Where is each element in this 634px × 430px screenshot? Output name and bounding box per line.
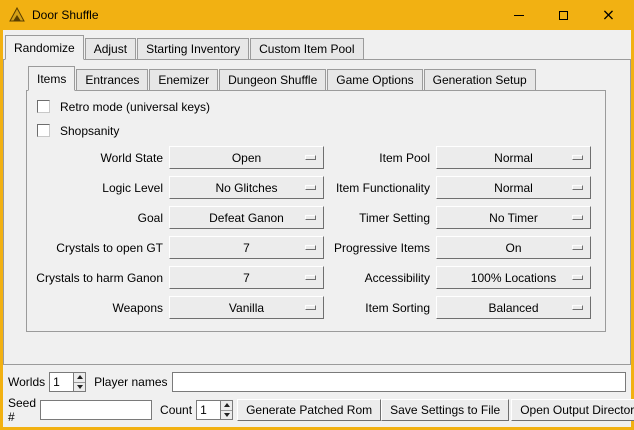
dropdown-indicator-icon — [305, 275, 316, 280]
player-names-label: Player names — [94, 375, 167, 389]
dropdown-indicator-icon — [305, 155, 316, 160]
dropdown-indicator-icon — [572, 155, 583, 160]
dropdown-indicator-icon — [572, 245, 583, 250]
retro-mode-checkbox-box[interactable] — [37, 100, 50, 113]
accessibility-dropdown[interactable]: 100% Locations — [436, 266, 591, 289]
crystals-open-gt-label: Crystals to open GT — [27, 241, 163, 255]
minimize-icon — [514, 15, 524, 16]
window-content: Randomize Adjust Starting Inventory Cust… — [3, 30, 631, 365]
titlebar: Door Shuffle × — [3, 0, 631, 30]
logic-level-label: Logic Level — [27, 181, 163, 195]
worlds-row: Worlds Player names — [8, 371, 626, 393]
player-names-input[interactable] — [172, 372, 627, 392]
window-title: Door Shuffle — [32, 8, 496, 22]
randomize-pane: Items Entrances Enemizer Dungeon Shuffle… — [3, 59, 631, 365]
shopsanity-checkbox[interactable]: Shopsanity — [37, 121, 605, 140]
spin-up-icon — [77, 375, 83, 379]
shopsanity-checkbox-box[interactable] — [37, 124, 50, 137]
crystals-open-gt-dropdown[interactable]: 7 — [169, 236, 324, 259]
retro-mode-checkbox[interactable]: Retro mode (universal keys) — [37, 97, 605, 116]
items-pane: Retro mode (universal keys) Shopsanity W… — [26, 90, 606, 332]
open-output-button[interactable]: Open Output Directory — [511, 399, 634, 421]
worlds-spinbox[interactable] — [49, 372, 86, 392]
count-spinbox[interactable] — [196, 400, 233, 420]
accessibility-label: Accessibility — [330, 271, 430, 285]
close-icon: × — [602, 7, 615, 23]
retro-mode-label: Retro mode (universal keys) — [60, 100, 210, 114]
worlds-input[interactable] — [50, 373, 73, 391]
timer-setting-dropdown[interactable]: No Timer — [436, 206, 591, 229]
options-grid: World State Open Item Pool Normal Logic … — [27, 146, 605, 319]
timer-setting-label: Timer Setting — [330, 211, 430, 225]
tab-entrances[interactable]: Entrances — [76, 69, 148, 91]
seed-input[interactable] — [40, 400, 152, 420]
tab-dungeon-shuffle[interactable]: Dungeon Shuffle — [219, 69, 326, 91]
maximize-icon — [559, 11, 568, 20]
logic-level-dropdown[interactable]: No Glitches — [169, 176, 324, 199]
crystals-harm-ganon-label: Crystals to harm Ganon — [27, 271, 163, 285]
dropdown-indicator-icon — [572, 185, 583, 190]
world-state-label: World State — [27, 151, 163, 165]
bottom-panel: Worlds Player names Seed # Count — [3, 365, 631, 427]
item-functionality-label: Item Functionality — [330, 181, 430, 195]
spin-down-icon — [77, 385, 83, 389]
item-functionality-dropdown[interactable]: Normal — [436, 176, 591, 199]
spin-down-icon — [224, 413, 230, 417]
worlds-spin-down-button[interactable] — [74, 382, 85, 392]
weapons-label: Weapons — [27, 301, 163, 315]
dropdown-indicator-icon — [305, 245, 316, 250]
generate-patched-rom-button[interactable]: Generate Patched Rom — [237, 399, 381, 421]
tab-items[interactable]: Items — [28, 66, 75, 91]
goal-dropdown[interactable]: Defeat Ganon — [169, 206, 324, 229]
tab-adjust[interactable]: Adjust — [85, 38, 136, 60]
count-spin-up-button[interactable] — [221, 401, 232, 410]
tab-starting-inventory[interactable]: Starting Inventory — [137, 38, 249, 60]
count-spin-down-button[interactable] — [221, 410, 232, 420]
seed-row: Seed # Count Generate Patched Rom Save S… — [8, 399, 626, 421]
inner-notebook: Items Entrances Enemizer Dungeon Shuffle… — [26, 66, 606, 332]
dropdown-indicator-icon — [572, 215, 583, 220]
tab-custom-item-pool[interactable]: Custom Item Pool — [250, 38, 363, 60]
item-sorting-dropdown[interactable]: Balanced — [436, 296, 591, 319]
count-input[interactable] — [197, 401, 220, 419]
app-window: Door Shuffle × Randomize Adjust Starting… — [0, 0, 634, 430]
maximize-button[interactable] — [541, 0, 586, 30]
weapons-dropdown[interactable]: Vanilla — [169, 296, 324, 319]
worlds-spin-buttons — [73, 373, 85, 391]
crystals-harm-ganon-dropdown[interactable]: 7 — [169, 266, 324, 289]
dropdown-indicator-icon — [305, 185, 316, 190]
tab-enemizer[interactable]: Enemizer — [149, 69, 218, 91]
seed-label: Seed # — [8, 396, 36, 424]
spin-up-icon — [224, 403, 230, 407]
count-label: Count — [160, 403, 192, 417]
save-settings-button[interactable]: Save Settings to File — [381, 399, 509, 421]
dropdown-indicator-icon — [305, 305, 316, 310]
tab-game-options[interactable]: Game Options — [327, 69, 422, 91]
checkbox-group: Retro mode (universal keys) Shopsanity — [27, 91, 605, 140]
item-sorting-label: Item Sorting — [330, 301, 430, 315]
close-button[interactable]: × — [586, 0, 631, 30]
item-pool-dropdown[interactable]: Normal — [436, 146, 591, 169]
tab-randomize[interactable]: Randomize — [5, 35, 84, 60]
goal-label: Goal — [27, 211, 163, 225]
shopsanity-label: Shopsanity — [60, 124, 119, 138]
tab-generation-setup[interactable]: Generation Setup — [424, 69, 536, 91]
progressive-items-dropdown[interactable]: On — [436, 236, 591, 259]
dropdown-indicator-icon — [305, 215, 316, 220]
main-tab-bar: Randomize Adjust Starting Inventory Cust… — [3, 35, 631, 59]
item-pool-label: Item Pool — [330, 151, 430, 165]
worlds-spin-up-button[interactable] — [74, 373, 85, 382]
world-state-dropdown[interactable]: Open — [169, 146, 324, 169]
sub-tab-bar: Items Entrances Enemizer Dungeon Shuffle… — [26, 66, 606, 90]
worlds-label: Worlds — [8, 375, 45, 389]
dropdown-indicator-icon — [572, 305, 583, 310]
progressive-items-label: Progressive Items — [330, 241, 430, 255]
dropdown-indicator-icon — [572, 275, 583, 280]
app-icon — [9, 7, 25, 23]
minimize-button[interactable] — [496, 0, 541, 30]
count-spin-buttons — [220, 401, 232, 419]
